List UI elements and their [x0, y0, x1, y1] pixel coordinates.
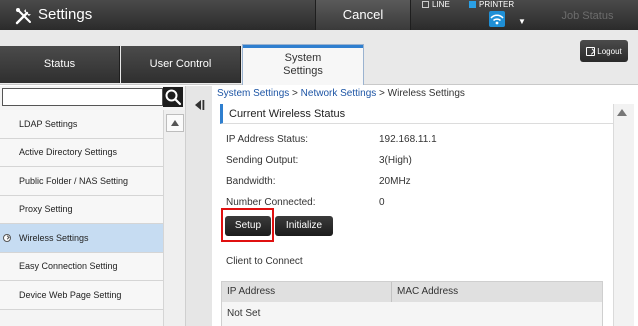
sidebar-item-label: LDAP Settings [19, 118, 78, 129]
section-title: Current Wireless Status [220, 104, 613, 124]
client-table: IP Address MAC Address Not Set [221, 281, 603, 326]
client-to-connect-label: Client to Connect [226, 256, 303, 267]
printer-indicator: PRINTER [469, 0, 514, 9]
sidebar-item-ldap-settings[interactable]: LDAP Settings [0, 110, 163, 139]
app-header: Settings [0, 0, 315, 30]
number-connected-label: Number Connected: [226, 197, 316, 208]
sidebar-scrollbar[interactable] [163, 110, 185, 326]
sending-output-value: 3(High) [379, 155, 412, 166]
top-bar: Settings Cancel LINE PRINTER ▼ Job Statu… [0, 0, 638, 30]
sidebar-item-label: Device Web Page Setting [19, 289, 122, 300]
number-connected-value: 0 [379, 197, 385, 208]
line-indicator: LINE [422, 0, 450, 9]
bandwidth-value: 20MHz [379, 176, 411, 187]
app-title: Settings [38, 6, 93, 23]
line-status-box [422, 1, 429, 8]
bandwidth-label: Bandwidth: [226, 176, 276, 187]
main-scrollbar[interactable] [613, 104, 634, 326]
sidebar-item-public-folder-nas-setting[interactable]: Public Folder / NAS Setting [0, 167, 163, 196]
sidebar-item-label: Proxy Setting [19, 204, 73, 215]
device-status-area: LINE PRINTER ▼ [412, 0, 537, 30]
sidebar-item-label: Active Directory Settings [19, 147, 118, 158]
collapse-left-icon [195, 100, 205, 110]
breadcrumb-separator: > [376, 88, 388, 99]
sidebar-item-active-directory-settings[interactable]: Active Directory Settings [0, 138, 163, 167]
tab-status-label: Status [43, 58, 76, 70]
sidebar: LDAP Settings Active Directory Settings … [0, 86, 212, 326]
sidebar-menu: LDAP Settings Active Directory Settings … [0, 110, 163, 310]
line-label: LINE [432, 0, 450, 9]
table-header: IP Address MAC Address [222, 282, 602, 302]
search-icon [165, 89, 182, 106]
ip-address-status-value: 192.168.11.1 [379, 134, 437, 145]
status-dropdown-icon[interactable]: ▼ [518, 17, 526, 26]
sidebar-item-easy-connection-setting[interactable]: Easy Connection Setting [0, 252, 163, 281]
column-ip-address: IP Address [222, 282, 392, 302]
table-row: Not Set [222, 302, 602, 326]
sidebar-item-wireless-settings[interactable]: Wireless Settings [0, 224, 163, 253]
scroll-up-icon[interactable] [166, 114, 184, 132]
logout-label: Logout [597, 46, 622, 56]
breadcrumb-network-settings[interactable]: Network Settings [301, 88, 377, 99]
sidebar-item-label: Public Folder / NAS Setting [19, 175, 129, 186]
column-mac-address: MAC Address [397, 286, 459, 297]
logout-icon [586, 46, 596, 56]
wireless-status-panel: Current Wireless Status IP Address Statu… [212, 104, 613, 326]
tabs-bar: Status User Control System Settings Logo… [0, 30, 638, 85]
settings-window: Settings Cancel LINE PRINTER ▼ Job Statu… [0, 0, 638, 326]
tab-system-settings[interactable]: System Settings [242, 44, 364, 85]
tab-status[interactable]: Status [0, 46, 120, 83]
printer-status-box [469, 1, 476, 8]
scroll-up-icon[interactable] [617, 109, 627, 116]
wifi-icon[interactable] [489, 11, 505, 27]
breadcrumb-current: Wireless Settings [387, 88, 465, 99]
sidebar-item-device-web-page-setting[interactable]: Device Web Page Setting [0, 281, 163, 310]
tab-user-control[interactable]: User Control [121, 46, 241, 83]
search-button[interactable] [163, 87, 183, 107]
tab-system-settings-label: System Settings [283, 52, 323, 77]
tab-user-control-label: User Control [149, 58, 212, 70]
main-content: System Settings > Network Settings > Wir… [212, 86, 638, 326]
sidebar-item-proxy-setting[interactable]: Proxy Setting [0, 195, 163, 224]
breadcrumb-separator: > [289, 88, 301, 99]
settings-tools-icon [15, 8, 31, 25]
cancel-button[interactable]: Cancel [315, 0, 411, 30]
breadcrumb-system-settings[interactable]: System Settings [217, 88, 289, 99]
search-input[interactable] [2, 88, 163, 106]
breadcrumb: System Settings > Network Settings > Wir… [217, 88, 465, 99]
logout-button[interactable]: Logout [580, 40, 628, 62]
selected-arrow-icon [3, 234, 11, 242]
sending-output-label: Sending Output: [226, 155, 299, 166]
ip-address-status-label: IP Address Status: [226, 134, 309, 145]
job-status-button[interactable]: Job Status [537, 0, 638, 30]
initialize-button[interactable]: Initialize [275, 216, 333, 236]
sidebar-item-label: Wireless Settings [19, 232, 89, 243]
sidebar-item-label: Easy Connection Setting [19, 261, 118, 272]
setup-button[interactable]: Setup [225, 216, 271, 236]
printer-label: PRINTER [479, 0, 515, 9]
sidebar-collapse-button[interactable] [185, 86, 212, 326]
